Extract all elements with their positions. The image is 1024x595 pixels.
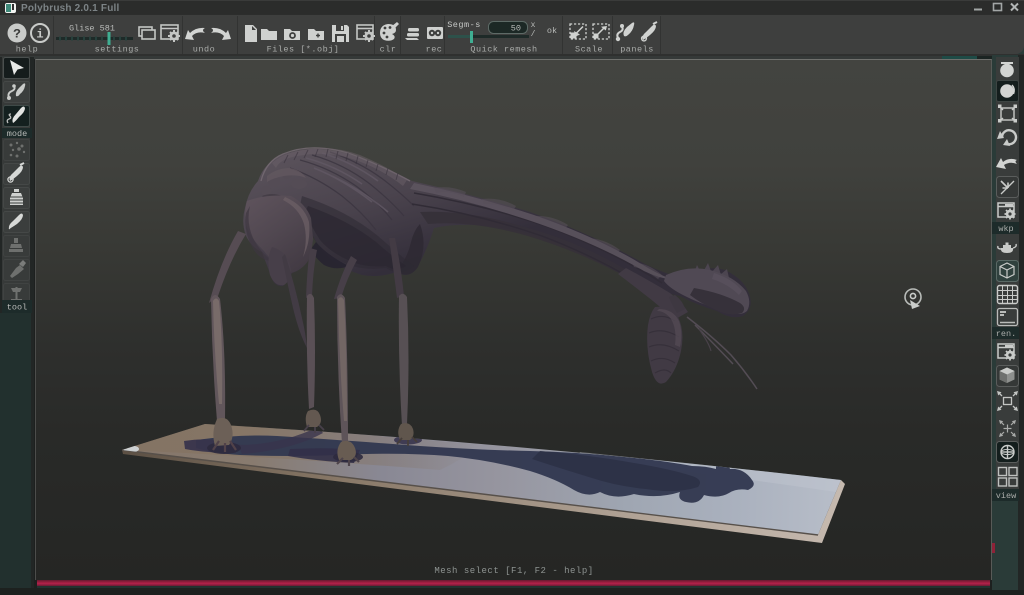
svg-text:Quick remesh: Quick remesh [470,45,537,55]
svg-text:Files [*.obj]: Files [*.obj] [267,45,340,55]
svg-text:view: view [996,491,1017,501]
svg-text:i: i [36,28,43,42]
svg-text:Segm-s: Segm-s [447,20,481,30]
svg-text:tool: tool [7,303,27,313]
svg-text:rec: rec [426,45,443,55]
svg-text:panels: panels [620,45,654,55]
svg-text:settings: settings [95,45,140,55]
svg-text:undo: undo [193,45,215,55]
svg-text:?: ? [13,27,21,42]
svg-text:x: x [531,21,536,30]
svg-text:help: help [16,45,38,55]
svg-text:ok: ok [547,26,557,36]
svg-text:ren.: ren. [996,329,1016,339]
svg-text:50: 50 [511,24,521,34]
svg-text:/: / [531,30,536,39]
svg-text:clr: clr [380,45,397,55]
svg-text:wkp: wkp [998,224,1013,234]
svg-text:mode: mode [7,129,27,139]
svg-text:Scale: Scale [575,45,603,55]
